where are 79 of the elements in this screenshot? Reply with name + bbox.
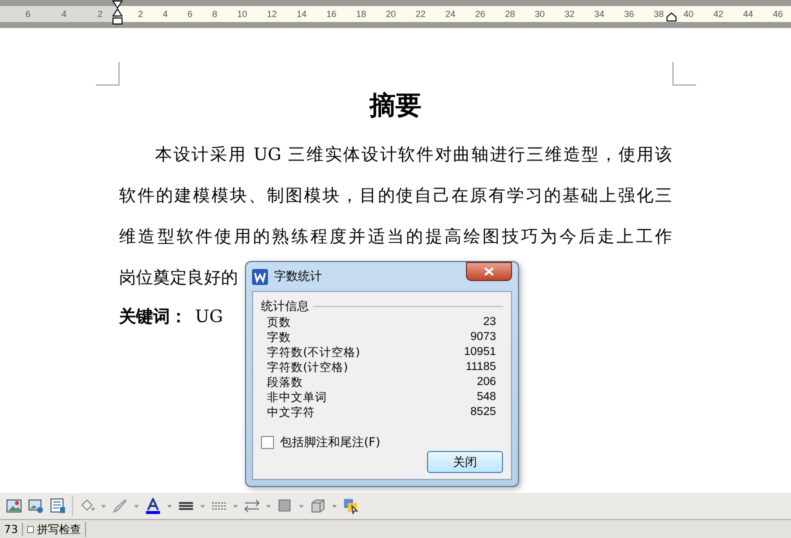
stat-label: 字符数(计空格) — [267, 360, 348, 375]
caret-icon[interactable] — [233, 504, 238, 508]
ruler-number: 44 — [743, 9, 754, 19]
keywords-text: UG — [195, 306, 223, 329]
caret-icon[interactable] — [200, 504, 205, 508]
ruler-number: 40 — [684, 9, 694, 19]
shadow-icon[interactable] — [277, 498, 293, 514]
ruler-number: 36 — [624, 9, 634, 19]
stat-label: 段落数 — [267, 375, 303, 390]
stat-value: 23 — [483, 315, 496, 330]
keywords-label: 关键词： — [119, 306, 187, 329]
font-color-icon[interactable] — [145, 498, 161, 514]
close-icon — [484, 267, 494, 276]
paragraph-line: 维造型软件使用的熟练程度并适当的提高绘图技巧为今后走上工作 — [119, 226, 672, 249]
indent-marker-icon[interactable] — [112, 0, 123, 26]
ruler-number: 4 — [162, 9, 168, 19]
ruler-number: 30 — [534, 9, 545, 19]
ruler-number: 18 — [356, 9, 366, 19]
margin-corner-icon — [96, 62, 120, 86]
ruler-number: 6 — [188, 9, 193, 19]
app-logo-icon — [252, 268, 268, 284]
pen-icon[interactable] — [112, 498, 128, 514]
ruler-number: 42 — [713, 9, 724, 19]
ruler-number: 38 — [654, 9, 664, 19]
stat-label: 中文字符 — [267, 405, 315, 420]
status-indicator-icon — [27, 526, 34, 532]
stat-label: 字符数(不计空格) — [267, 345, 360, 360]
indent-marker-icon[interactable] — [666, 12, 677, 22]
caret-icon[interactable] — [332, 504, 337, 508]
ruler-number: 8 — [212, 9, 218, 19]
ruler-number: 6 — [25, 9, 30, 19]
ruler-number: 26 — [475, 9, 486, 19]
caret-icon[interactable] — [266, 504, 271, 508]
caret-icon[interactable] — [299, 504, 304, 508]
ruler-number: 2 — [97, 9, 102, 19]
ruler-number: 32 — [564, 9, 574, 19]
document-title: 摘要 — [370, 90, 422, 122]
group-label: 统计信息 — [261, 298, 309, 315]
checkbox[interactable] — [261, 436, 274, 449]
ruler-number: 10 — [237, 9, 248, 19]
checkbox-label: 包括脚注和尾注(F) — [280, 434, 380, 451]
stat-value: 11185 — [466, 360, 496, 375]
picture-icon[interactable] — [6, 498, 22, 514]
stat-value: 8525 — [470, 405, 496, 420]
ruler-number: 4 — [61, 9, 66, 19]
ruler-number: 46 — [772, 9, 783, 19]
caret-icon[interactable] — [167, 504, 172, 508]
cube-icon[interactable] — [310, 498, 326, 514]
stat-label: 字数 — [267, 330, 291, 345]
stat-value: 206 — [476, 375, 496, 390]
ruler-number: 20 — [386, 9, 396, 19]
page-count: 73 — [0, 522, 23, 536]
text-box-icon[interactable] — [50, 498, 66, 514]
stat-value: 9073 — [470, 330, 496, 345]
paragraph-line: 岗位奠定良好的 — [119, 267, 238, 290]
ruler-number: 14 — [296, 9, 307, 19]
arrow-style-icon[interactable] — [244, 498, 260, 514]
ruler-number: 22 — [416, 9, 426, 19]
stat-label: 页数 — [267, 315, 291, 330]
picture-icon[interactable] — [28, 498, 44, 514]
margin-corner-icon — [672, 62, 696, 86]
stat-label: 非中文单词 — [267, 390, 327, 405]
ruler-number: 12 — [266, 9, 277, 19]
select-objects-icon[interactable] — [343, 498, 359, 514]
ruler-number: 34 — [594, 9, 604, 19]
ruler-number: 16 — [326, 9, 336, 19]
dialog-title: 字数统计 — [274, 268, 323, 285]
stat-value: 548 — [476, 390, 496, 405]
paragraph-line: 本设计采用 UG 三维实体设计软件对曲轴进行三维造型，使用该 — [154, 144, 672, 167]
ruler-number: 24 — [445, 9, 456, 19]
caret-icon[interactable] — [134, 504, 139, 508]
close-button[interactable] — [466, 262, 512, 281]
paragraph-line: 软件的建模模块、制图模块，目的使自己在原有学习的基础上强化三 — [119, 185, 672, 208]
close-dialog-button[interactable]: 关闭 — [427, 451, 503, 473]
caret-icon[interactable] — [101, 504, 106, 508]
ruler-number: 2 — [138, 9, 144, 19]
spell-check-button[interactable]: 拼写检查 — [23, 522, 86, 536]
ruler-number: 28 — [504, 9, 515, 19]
stat-value: 10951 — [464, 345, 496, 360]
